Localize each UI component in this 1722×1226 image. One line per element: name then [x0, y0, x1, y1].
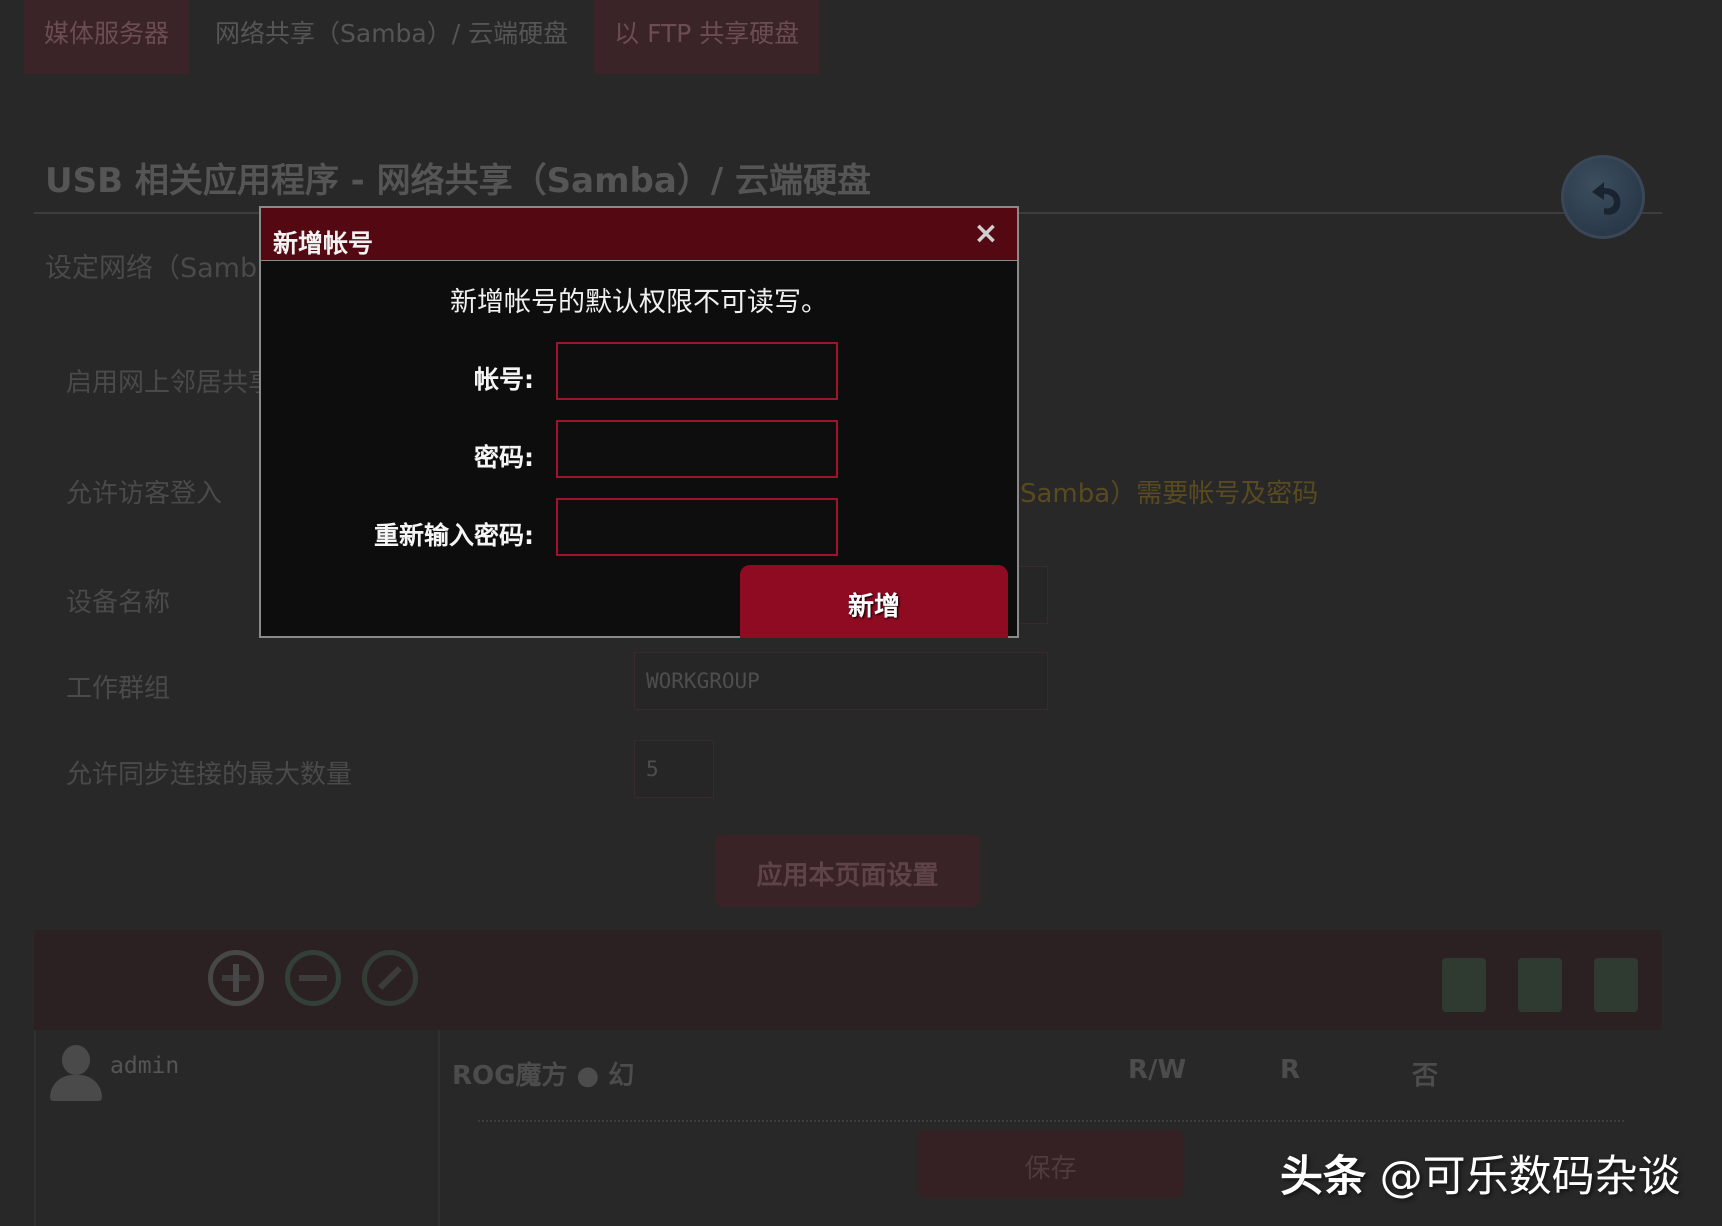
apply-settings-button[interactable]: 应用本页面设置	[715, 835, 980, 907]
tab-media-server[interactable]: 媒体服务器	[24, 0, 190, 74]
confirm-password-input[interactable]	[556, 498, 838, 556]
account-toolbar	[34, 930, 1662, 1030]
permission-none[interactable]: 否	[1412, 1055, 1438, 1092]
guest-hint-text: Samba）需要帐号及密码	[1020, 479, 1319, 509]
back-arrow-icon	[1592, 182, 1621, 215]
password-input[interactable]	[556, 420, 838, 478]
account-label: 帐号:	[474, 365, 534, 394]
dialog-header: 新增帐号 ×	[261, 208, 1017, 261]
permission-r[interactable]: R	[1280, 1055, 1300, 1085]
max-connections-label: 允许同步连接的最大数量	[66, 760, 353, 790]
confirm-password-label: 重新输入密码:	[374, 521, 534, 550]
remove-folder-icon[interactable]	[1518, 958, 1562, 1012]
guest-login-label: 允许访客登入	[66, 479, 223, 509]
back-button[interactable]	[1561, 155, 1645, 239]
max-connections-input[interactable]: 5	[634, 740, 714, 798]
workgroup-label: 工作群组	[66, 674, 171, 704]
page-title: USB 相关应用程序 - 网络共享（Samba）/ 云端硬盘	[45, 161, 872, 201]
edit-folder-icon[interactable]	[1594, 958, 1638, 1012]
close-icon[interactable]: ×	[971, 219, 1001, 249]
row-divider	[478, 1120, 1624, 1122]
user-item-admin[interactable]: admin	[110, 1053, 179, 1079]
device-name-label: 设备名称	[66, 588, 171, 618]
user-avatar-icon	[46, 1045, 106, 1101]
dialog-notice: 新增帐号的默认权限不可读写。	[450, 287, 828, 318]
enable-share-label: 启用网上邻居共享	[66, 368, 275, 398]
remove-account-icon[interactable]	[285, 950, 341, 1006]
account-input[interactable]	[556, 342, 838, 400]
watermark-handle: @可乐数码杂谈	[1379, 1152, 1681, 1202]
permission-rw[interactable]: R/W	[1128, 1055, 1186, 1085]
add-account-dialog: 新增帐号 × 新增帐号的默认权限不可读写。 帐号: 密码: 重新输入密码: 新增	[259, 206, 1019, 638]
workgroup-input[interactable]: WORKGROUP	[634, 652, 1048, 710]
page-description: 设定网络（Samb	[45, 253, 258, 284]
share-folder-name: ROG魔方 ● 幻	[452, 1061, 635, 1091]
tab-bar: 媒体服务器 网络共享（Samba）/ 云端硬盘 以 FTP 共享硬盘	[24, 0, 820, 74]
add-folder-icon[interactable]	[1442, 958, 1486, 1012]
add-account-icon[interactable]	[208, 950, 264, 1006]
password-label: 密码:	[474, 443, 534, 472]
watermark: 头条 @可乐数码杂谈	[1280, 1142, 1681, 1204]
add-account-button[interactable]: 新增	[740, 565, 1008, 638]
edit-account-icon[interactable]	[362, 950, 418, 1006]
watermark-brand: 头条	[1280, 1152, 1366, 1202]
save-button[interactable]: 保存	[918, 1130, 1183, 1198]
dialog-title: 新增帐号	[273, 229, 374, 258]
tab-samba[interactable]: 网络共享（Samba）/ 云端硬盘	[195, 0, 588, 74]
tab-ftp[interactable]: 以 FTP 共享硬盘	[594, 0, 820, 74]
